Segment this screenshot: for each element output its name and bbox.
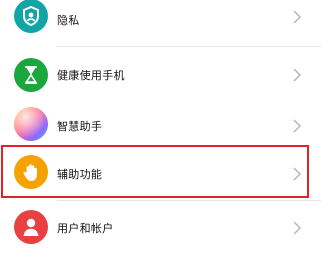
settings-item-label: 健康使用手机 [57,69,125,82]
settings-item-privacy[interactable]: 隐私 [0,0,321,48]
chevron-right-icon [292,68,302,82]
settings-item-label: 隐私 [57,14,80,27]
settings-item-users-accounts[interactable]: 用户和帐户 [0,201,321,257]
settings-item-label: 用户和帐户 [57,222,114,235]
chevron-right-icon [292,221,302,235]
chevron-right-icon [292,10,302,24]
settings-list: 隐私 健康使用手机 智慧助手 辅助功能 用户和帐户 [0,0,321,257]
settings-item-label: 智慧助手 [57,120,103,133]
user-icon [14,210,48,244]
settings-item-digital-balance[interactable]: 健康使用手机 [0,47,321,103]
chevron-right-icon [292,119,302,133]
smart-assistant-orb-icon [14,107,48,141]
hourglass-icon [14,58,48,92]
privacy-shield-icon [14,0,48,33]
highlight-box [1,145,309,198]
